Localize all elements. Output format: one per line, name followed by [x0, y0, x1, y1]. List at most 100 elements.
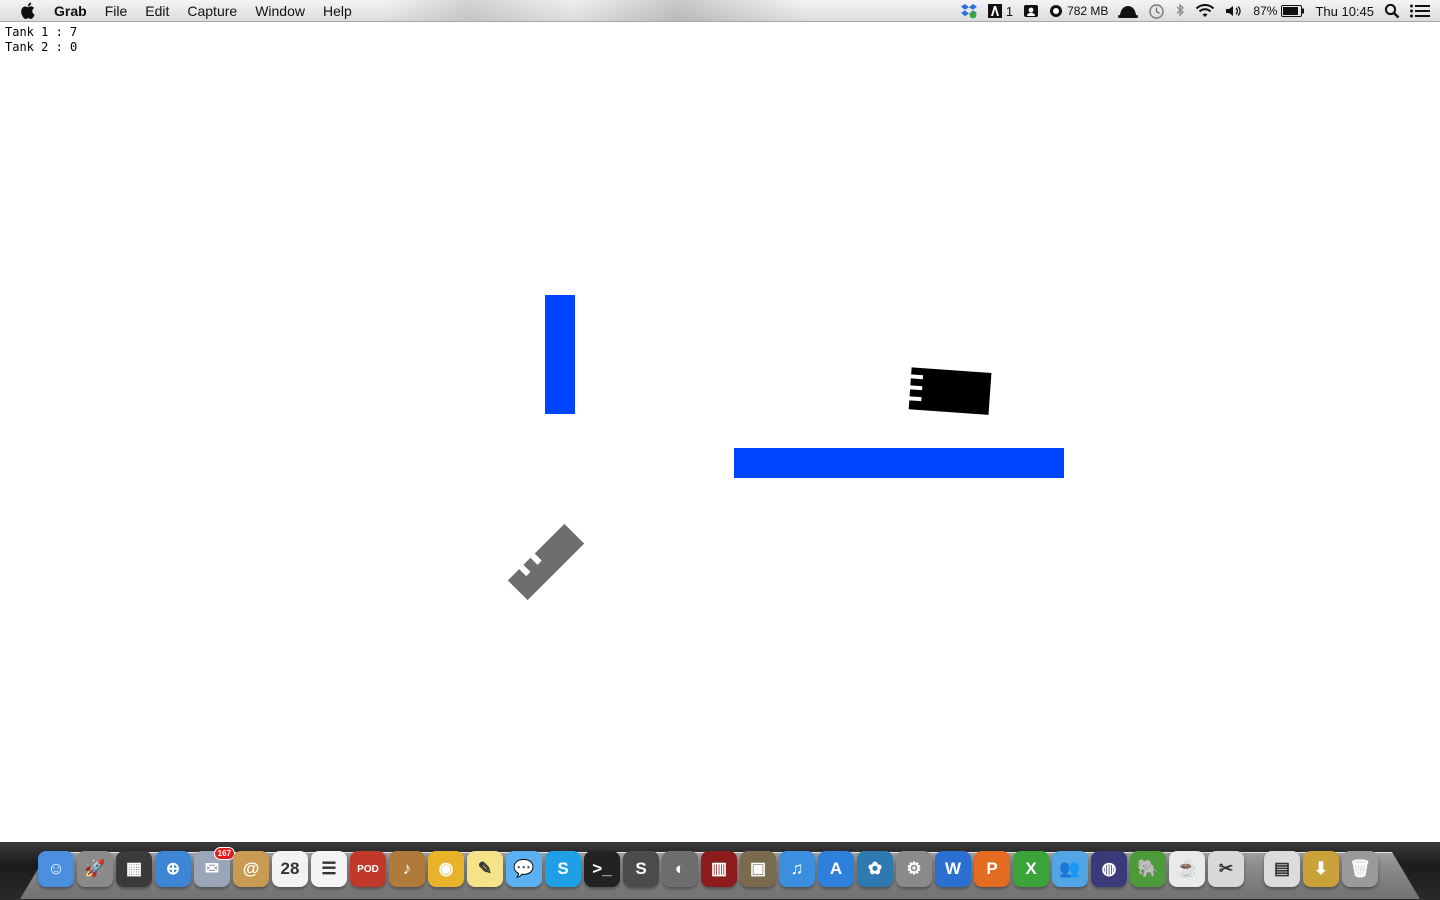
- stickies-glyph: ✎: [477, 859, 493, 878]
- bluetooth-icon[interactable]: [1170, 0, 1190, 22]
- evernote-icon[interactable]: 🐘: [1130, 851, 1166, 887]
- safari-icon[interactable]: ⊕: [155, 851, 191, 887]
- contacts-status-icon[interactable]: [1018, 0, 1044, 22]
- sourcetree-glyph: ✿: [867, 859, 883, 878]
- chrome-glyph: ◉: [438, 859, 454, 878]
- podcast-app-icon[interactable]: POD: [350, 851, 386, 887]
- itunes-glyph: ♫: [790, 859, 804, 878]
- skype-icon[interactable]: S: [545, 851, 581, 887]
- sublime-text-glyph: S: [635, 859, 647, 878]
- trash-glyph: 🗑: [1349, 859, 1371, 878]
- skype-glyph: S: [557, 859, 569, 878]
- iphoto-glyph: ▣: [749, 859, 767, 878]
- calendar-icon[interactable]: 28: [272, 851, 308, 887]
- dropbox-icon[interactable]: [955, 0, 983, 22]
- sublime-text-icon[interactable]: S: [623, 851, 659, 887]
- finder-icon[interactable]: ☺: [38, 851, 74, 887]
- finder-glyph: ☺: [47, 859, 65, 878]
- mail-glyph: ✉: [204, 859, 220, 878]
- battery-percent: 87%: [1253, 4, 1278, 18]
- powerpoint-glyph: P: [986, 859, 998, 878]
- java-glyph: ☕: [1176, 859, 1198, 878]
- excel-icon[interactable]: X: [1013, 851, 1049, 887]
- vertical-wall: [545, 295, 575, 414]
- grab-glyph: ✂: [1218, 859, 1234, 878]
- chrome-icon[interactable]: ◉: [428, 851, 464, 887]
- adobe-update-count: 1: [1005, 3, 1014, 19]
- horizontal-wall: [734, 448, 1064, 478]
- reminders-icon[interactable]: ☰: [311, 851, 347, 887]
- menu-window[interactable]: Window: [246, 0, 314, 22]
- menu-file[interactable]: File: [96, 0, 137, 22]
- downloads-stack-glyph: ⬇: [1313, 859, 1329, 878]
- grab-icon[interactable]: ✂: [1208, 851, 1244, 887]
- terminal-icon[interactable]: >_: [584, 851, 620, 887]
- messenger-icon[interactable]: 👥: [1052, 851, 1088, 887]
- time-machine-icon[interactable]: [1143, 0, 1170, 22]
- menu-bar-texture: [385, 0, 805, 21]
- photo-booth-icon[interactable]: ▥: [701, 851, 737, 887]
- system-preferences-glyph: ⚙: [906, 859, 922, 878]
- tank-2: [507, 523, 585, 601]
- documents-stack-glyph: ▤: [1273, 859, 1291, 878]
- tank-1: [908, 367, 992, 415]
- clock[interactable]: Thu 10:45: [1310, 0, 1379, 22]
- app-menu[interactable]: Grab: [54, 0, 96, 22]
- powerpoint-icon[interactable]: P: [974, 851, 1010, 887]
- evernote-glyph: 🐘: [1137, 859, 1159, 878]
- mail-icon[interactable]: ✉ 167: [194, 847, 235, 887]
- volume-icon[interactable]: [1220, 0, 1248, 22]
- memory-monitor[interactable]: 782 MB: [1044, 0, 1113, 22]
- notification-center-icon[interactable]: [1405, 0, 1440, 22]
- garageband-glyph: ♪: [402, 859, 412, 878]
- downloads-stack-icon[interactable]: ⬇: [1303, 851, 1339, 887]
- adobe-updater-icon[interactable]: 1: [983, 0, 1018, 22]
- menu-help[interactable]: Help: [314, 0, 361, 22]
- status-menus: 1 782 MB 87% Thu 10:45: [955, 0, 1440, 22]
- safari-glyph: ⊕: [165, 859, 181, 878]
- word-glyph: W: [944, 859, 962, 878]
- wifi-icon[interactable]: [1190, 0, 1220, 22]
- growl-icon[interactable]: [1113, 0, 1143, 22]
- apple-menu-icon[interactable]: [0, 2, 54, 19]
- facetime-glyph: ◐: [674, 859, 686, 878]
- app-store-glyph: A: [829, 859, 843, 878]
- java-icon[interactable]: ☕: [1169, 851, 1205, 887]
- sourcetree-icon[interactable]: ✿: [857, 851, 893, 887]
- menu-capture[interactable]: Capture: [178, 0, 246, 22]
- terminal-glyph: >_: [592, 859, 612, 878]
- mission-control-glyph: ▦: [125, 859, 143, 878]
- messages-glyph: 💬: [513, 859, 535, 878]
- mail-unread-badge: 167: [213, 847, 235, 860]
- reminders-glyph: ☰: [321, 859, 337, 878]
- stickies-icon[interactable]: ✎: [467, 851, 503, 887]
- messages-icon[interactable]: 💬: [506, 851, 542, 887]
- contacts-icon[interactable]: @: [233, 851, 269, 887]
- iphoto-icon[interactable]: ▣: [740, 851, 776, 887]
- eclipse-icon[interactable]: ◍: [1091, 851, 1127, 887]
- launchpad-icon[interactable]: 🚀: [77, 851, 113, 887]
- menu-edit[interactable]: Edit: [136, 0, 178, 22]
- mission-control-icon[interactable]: ▦: [116, 851, 152, 887]
- facetime-icon[interactable]: ◐: [662, 851, 698, 887]
- excel-glyph: X: [1025, 859, 1037, 878]
- battery-status[interactable]: 87%: [1248, 0, 1310, 22]
- spotlight-icon[interactable]: [1379, 0, 1405, 22]
- documents-stack-icon[interactable]: ▤: [1264, 851, 1300, 887]
- contacts-glyph: @: [242, 859, 260, 878]
- itunes-icon[interactable]: ♫: [779, 851, 815, 887]
- system-preferences-icon[interactable]: ⚙: [896, 851, 932, 887]
- garageband-icon[interactable]: ♪: [389, 851, 425, 887]
- word-icon[interactable]: W: [935, 851, 971, 887]
- photo-booth-glyph: ▥: [710, 859, 728, 878]
- app-store-icon[interactable]: A: [818, 851, 854, 887]
- memory-usage: 782 MB: [1067, 4, 1109, 18]
- tank-1-score: Tank 1 : 7: [5, 25, 78, 39]
- trash-icon[interactable]: 🗑: [1342, 851, 1378, 887]
- messenger-glyph: 👥: [1059, 859, 1081, 878]
- dock: ☺ 🚀 ▦ ⊕ ✉ 167 @28 ☰ POD ♪ ◉ ✎ 💬 S >_ S ◐ ▥ ▣ ♫ A ✿ ⚙ W P X 👥 ◍ 🐘 ☕ ✂ ▤ ⬇…: [38, 847, 1378, 887]
- launchpad-glyph: 🚀: [84, 859, 106, 878]
- podcast-app-glyph: POD: [357, 863, 379, 875]
- calendar-glyph: 28: [280, 859, 300, 878]
- tank-2-score: Tank 2 : 0: [5, 40, 78, 54]
